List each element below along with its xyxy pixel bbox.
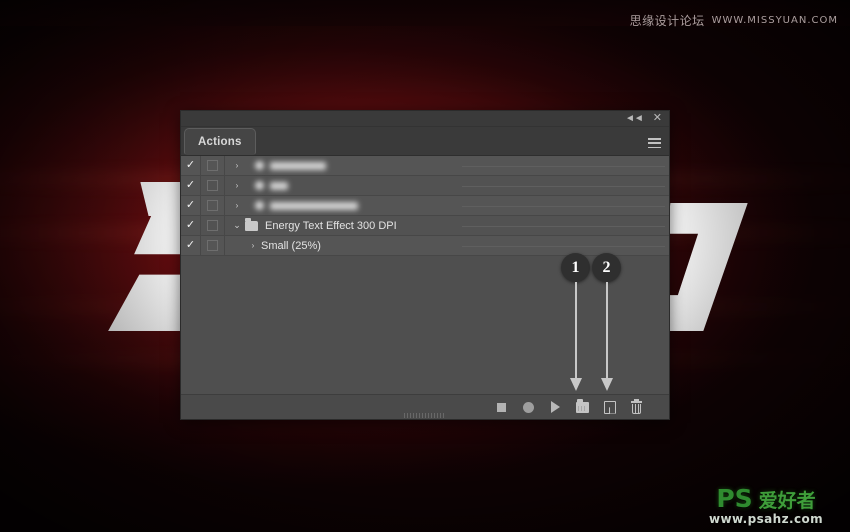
callout-2-arrow-line: [606, 282, 608, 380]
new-page-icon: [603, 400, 616, 414]
panel-resize-grip[interactable]: [404, 413, 446, 418]
close-icon[interactable]: ✕: [653, 113, 662, 124]
row-content: ›: [225, 156, 669, 175]
row-separator: [462, 245, 665, 247]
callout-2-number: 2: [602, 258, 611, 276]
row-content: ›: [225, 176, 669, 195]
actions-list: ✓ › ✓ › ✓ › ✓ ⌄ Energy Text Effect 300 D…: [181, 156, 669, 256]
folder-icon: [255, 181, 264, 190]
dialog-toggle-box-icon: [207, 220, 218, 231]
row-toggle-checkbox[interactable]: ✓: [181, 220, 200, 231]
row-toggle-checkbox[interactable]: ✓: [181, 180, 200, 191]
watermark-url-text: WWW.MISSYUAN.COM: [711, 15, 838, 26]
dialog-toggle-box-icon: [207, 180, 218, 191]
callout-1-badge: 1: [561, 253, 590, 282]
row-separator: [462, 165, 665, 167]
callout-2-badge: 2: [592, 253, 621, 282]
row-dialog-toggle[interactable]: [200, 176, 225, 195]
checkmark-icon: ✓: [185, 179, 196, 191]
new-folder-icon: [576, 398, 589, 413]
expand-chevron-icon[interactable]: ›: [245, 241, 261, 250]
expand-chevron-icon[interactable]: ›: [229, 201, 245, 210]
table-row[interactable]: ✓ ›: [181, 156, 669, 176]
blurred-action-name: [245, 201, 358, 210]
blurred-action-name: [245, 181, 288, 190]
callout-1-number: 1: [571, 258, 580, 276]
action-label: Small (25%): [261, 239, 321, 252]
callout-1-arrow-line: [575, 282, 577, 380]
checkmark-icon: ✓: [185, 199, 196, 211]
dialog-toggle-box-icon: [207, 160, 218, 171]
blurred-text: [270, 161, 326, 170]
watermark-psahz: PS 爱好者 www.psahz.com: [690, 484, 842, 526]
row-dialog-toggle[interactable]: [200, 236, 225, 255]
watermark-missyuan: 思缘设计论坛 WWW.MISSYUAN.COM: [630, 12, 838, 29]
dialog-toggle-box-icon: [207, 200, 218, 211]
table-row-energy-text-effect[interactable]: ✓ ⌄ Energy Text Effect 300 DPI: [181, 216, 669, 236]
table-row-small-25[interactable]: ✓ › Small (25%): [181, 236, 669, 256]
checkmark-icon: ✓: [185, 159, 196, 171]
row-toggle-checkbox[interactable]: ✓: [181, 160, 200, 171]
row-toggle-checkbox[interactable]: ✓: [181, 200, 200, 211]
collapse-chevron-icon[interactable]: ⌄: [229, 220, 245, 231]
row-dialog-toggle[interactable]: [200, 216, 225, 235]
delete-button[interactable]: [630, 398, 643, 414]
record-icon: [523, 401, 534, 413]
row-dialog-toggle[interactable]: [200, 196, 225, 215]
row-content: ›: [225, 196, 669, 215]
folder-icon: [255, 161, 264, 170]
dialog-toggle-box-icon: [207, 240, 218, 251]
checkmark-icon: ✓: [185, 239, 196, 251]
action-set-label: Energy Text Effect 300 DPI: [265, 219, 397, 232]
new-action-button[interactable]: [603, 400, 616, 414]
watermark-psahz-logo: PS 爱好者: [716, 486, 815, 511]
collapse-to-icons-icon[interactable]: ◄◄: [625, 113, 644, 124]
row-separator: [462, 205, 665, 207]
watermark-ps-text: PS: [716, 483, 753, 513]
blurred-action-name: [245, 161, 326, 170]
watermark-cn-text: 思缘设计论坛: [629, 14, 705, 28]
tab-actions-label: Actions: [198, 135, 242, 148]
folder-icon: [255, 201, 264, 210]
stop-icon: [497, 402, 506, 412]
checkmark-icon: ✓: [185, 219, 196, 231]
watermark-psahz-cn-text: 爱好者: [758, 489, 816, 512]
stop-button[interactable]: [495, 401, 508, 414]
hamburger-menu-icon[interactable]: [648, 138, 661, 148]
panel-tabbar: Actions: [181, 127, 669, 156]
row-content: ⌄ Energy Text Effect 300 DPI: [225, 216, 669, 235]
row-dialog-toggle[interactable]: [200, 156, 225, 175]
trash-icon: [631, 398, 642, 414]
row-toggle-checkbox[interactable]: ✓: [181, 240, 200, 251]
expand-chevron-icon[interactable]: ›: [229, 161, 245, 170]
expand-chevron-icon[interactable]: ›: [229, 181, 245, 190]
table-row[interactable]: ✓ ›: [181, 196, 669, 216]
play-button[interactable]: [549, 401, 562, 414]
row-separator: [462, 225, 665, 227]
callout-1-arrow-head: [570, 378, 582, 391]
row-separator: [462, 185, 665, 187]
blurred-text: [270, 181, 288, 190]
play-icon: [551, 401, 560, 413]
blurred-text: [270, 201, 358, 210]
callout-2-arrow-head: [601, 378, 613, 391]
watermark-psahz-url: www.psahz.com: [708, 511, 824, 526]
panel-titlebar: ◄◄ ✕: [181, 111, 669, 127]
record-button[interactable]: [522, 401, 535, 414]
table-row[interactable]: ✓ ›: [181, 176, 669, 196]
folder-icon: [245, 217, 258, 231]
new-set-button[interactable]: [576, 398, 589, 414]
row-content: › Small (25%): [225, 236, 669, 255]
tab-actions[interactable]: Actions: [184, 128, 256, 155]
